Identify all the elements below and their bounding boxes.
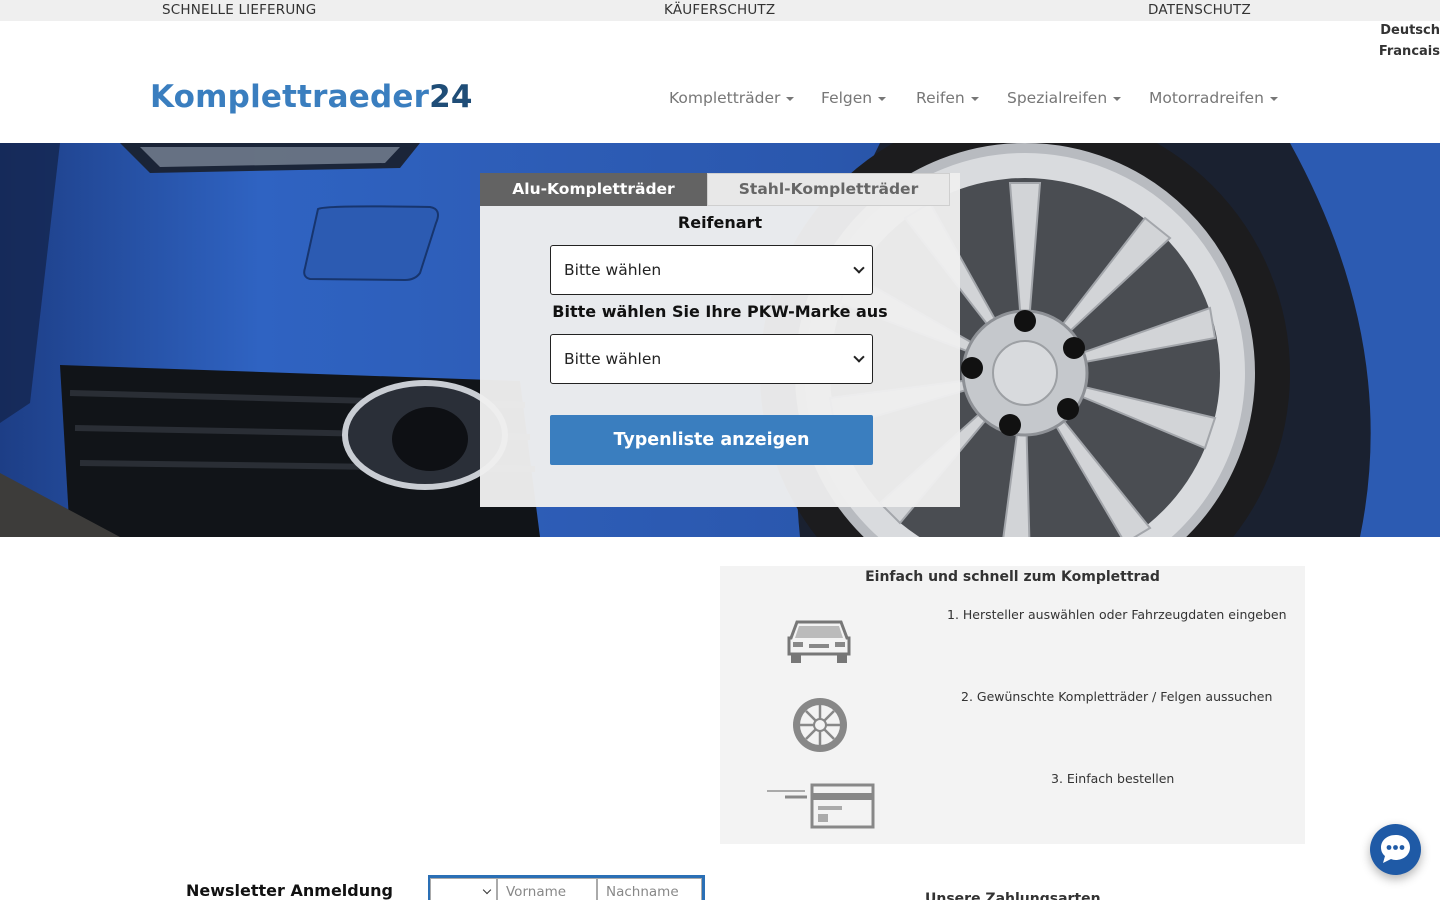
topbar-fast-delivery[interactable]: SCHNELLE LIEFERUNG <box>162 2 316 18</box>
chevron-down-icon <box>853 351 865 363</box>
tab-alu-kompletträder[interactable]: Alu-Kompletträder <box>480 173 707 206</box>
topbar-buyer-protection[interactable]: KÄUFERSCHUTZ <box>664 2 775 18</box>
steps-title: Einfach und schnell zum Komplettrad <box>865 569 1160 585</box>
logo-text: Komplettraeder <box>150 79 430 115</box>
salutation-select[interactable] <box>430 878 497 900</box>
tire-type-label: Reifenart <box>677 213 763 232</box>
payment-methods-title: Unsere Zahlungsarten <box>925 891 1101 900</box>
nav-label: Kompletträder <box>669 89 781 107</box>
caret-down-icon <box>786 96 795 101</box>
caret-down-icon <box>878 96 887 101</box>
chevron-down-icon <box>853 262 865 274</box>
firstname-input[interactable]: Vorname <box>497 878 597 900</box>
nav-label: Spezialreifen <box>1007 89 1108 107</box>
nav-label: Felgen <box>821 89 873 107</box>
nav-kompletträder[interactable]: Kompletträder <box>669 89 795 107</box>
nav-label: Motorradreifen <box>1149 89 1264 107</box>
nav-felgen[interactable]: Felgen <box>821 89 887 107</box>
nav-label: Reifen <box>916 89 965 107</box>
chat-bubble-icon <box>1381 835 1410 863</box>
nav-motorradreifen[interactable]: Motorradreifen <box>1149 89 1278 107</box>
chat-button[interactable] <box>1370 824 1421 875</box>
chevron-down-icon <box>482 885 492 895</box>
wheel-icon <box>793 698 847 752</box>
newsletter-title: Newsletter Anmeldung <box>186 881 393 900</box>
site-logo[interactable]: Komplettraeder24 <box>150 79 473 115</box>
brand-label: Bitte wählen Sie Ihre PKW-Marke aus <box>552 302 888 321</box>
caret-down-icon <box>1269 96 1278 101</box>
language-francais[interactable]: Francais <box>1379 44 1440 59</box>
tire-type-value: Bitte wählen <box>564 261 662 279</box>
language-deutsch[interactable]: Deutsch <box>1380 23 1440 38</box>
topbar-privacy[interactable]: DATENSCHUTZ <box>1148 2 1251 18</box>
brand-select[interactable]: Bitte wählen <box>550 334 873 384</box>
step-3-text: 3. Einfach bestellen <box>1051 771 1175 786</box>
tire-type-select[interactable]: Bitte wählen <box>550 245 873 295</box>
nav-spezialreifen[interactable]: Spezialreifen <box>1007 89 1122 107</box>
caret-down-icon <box>1113 96 1122 101</box>
car-icon <box>787 620 851 663</box>
tab-stahl-kompletträder[interactable]: Stahl-Kompletträder <box>707 173 950 206</box>
lastname-input[interactable]: Nachname <box>597 878 702 900</box>
caret-down-icon <box>970 96 979 101</box>
brand-value: Bitte wählen <box>564 350 662 368</box>
credit-card-icon <box>767 783 875 829</box>
step-1-text: 1. Hersteller auswählen oder Fahrzeugdat… <box>947 607 1287 622</box>
top-info-bar: SCHNELLE LIEFERUNG KÄUFERSCHUTZ DATENSCH… <box>0 0 1440 21</box>
nav-reifen[interactable]: Reifen <box>916 89 979 107</box>
logo-number: 24 <box>429 79 473 115</box>
show-type-list-button[interactable]: Typenliste anzeigen <box>550 415 873 465</box>
step-2-text: 2. Gewünschte Kompletträder / Felgen aus… <box>961 689 1273 704</box>
